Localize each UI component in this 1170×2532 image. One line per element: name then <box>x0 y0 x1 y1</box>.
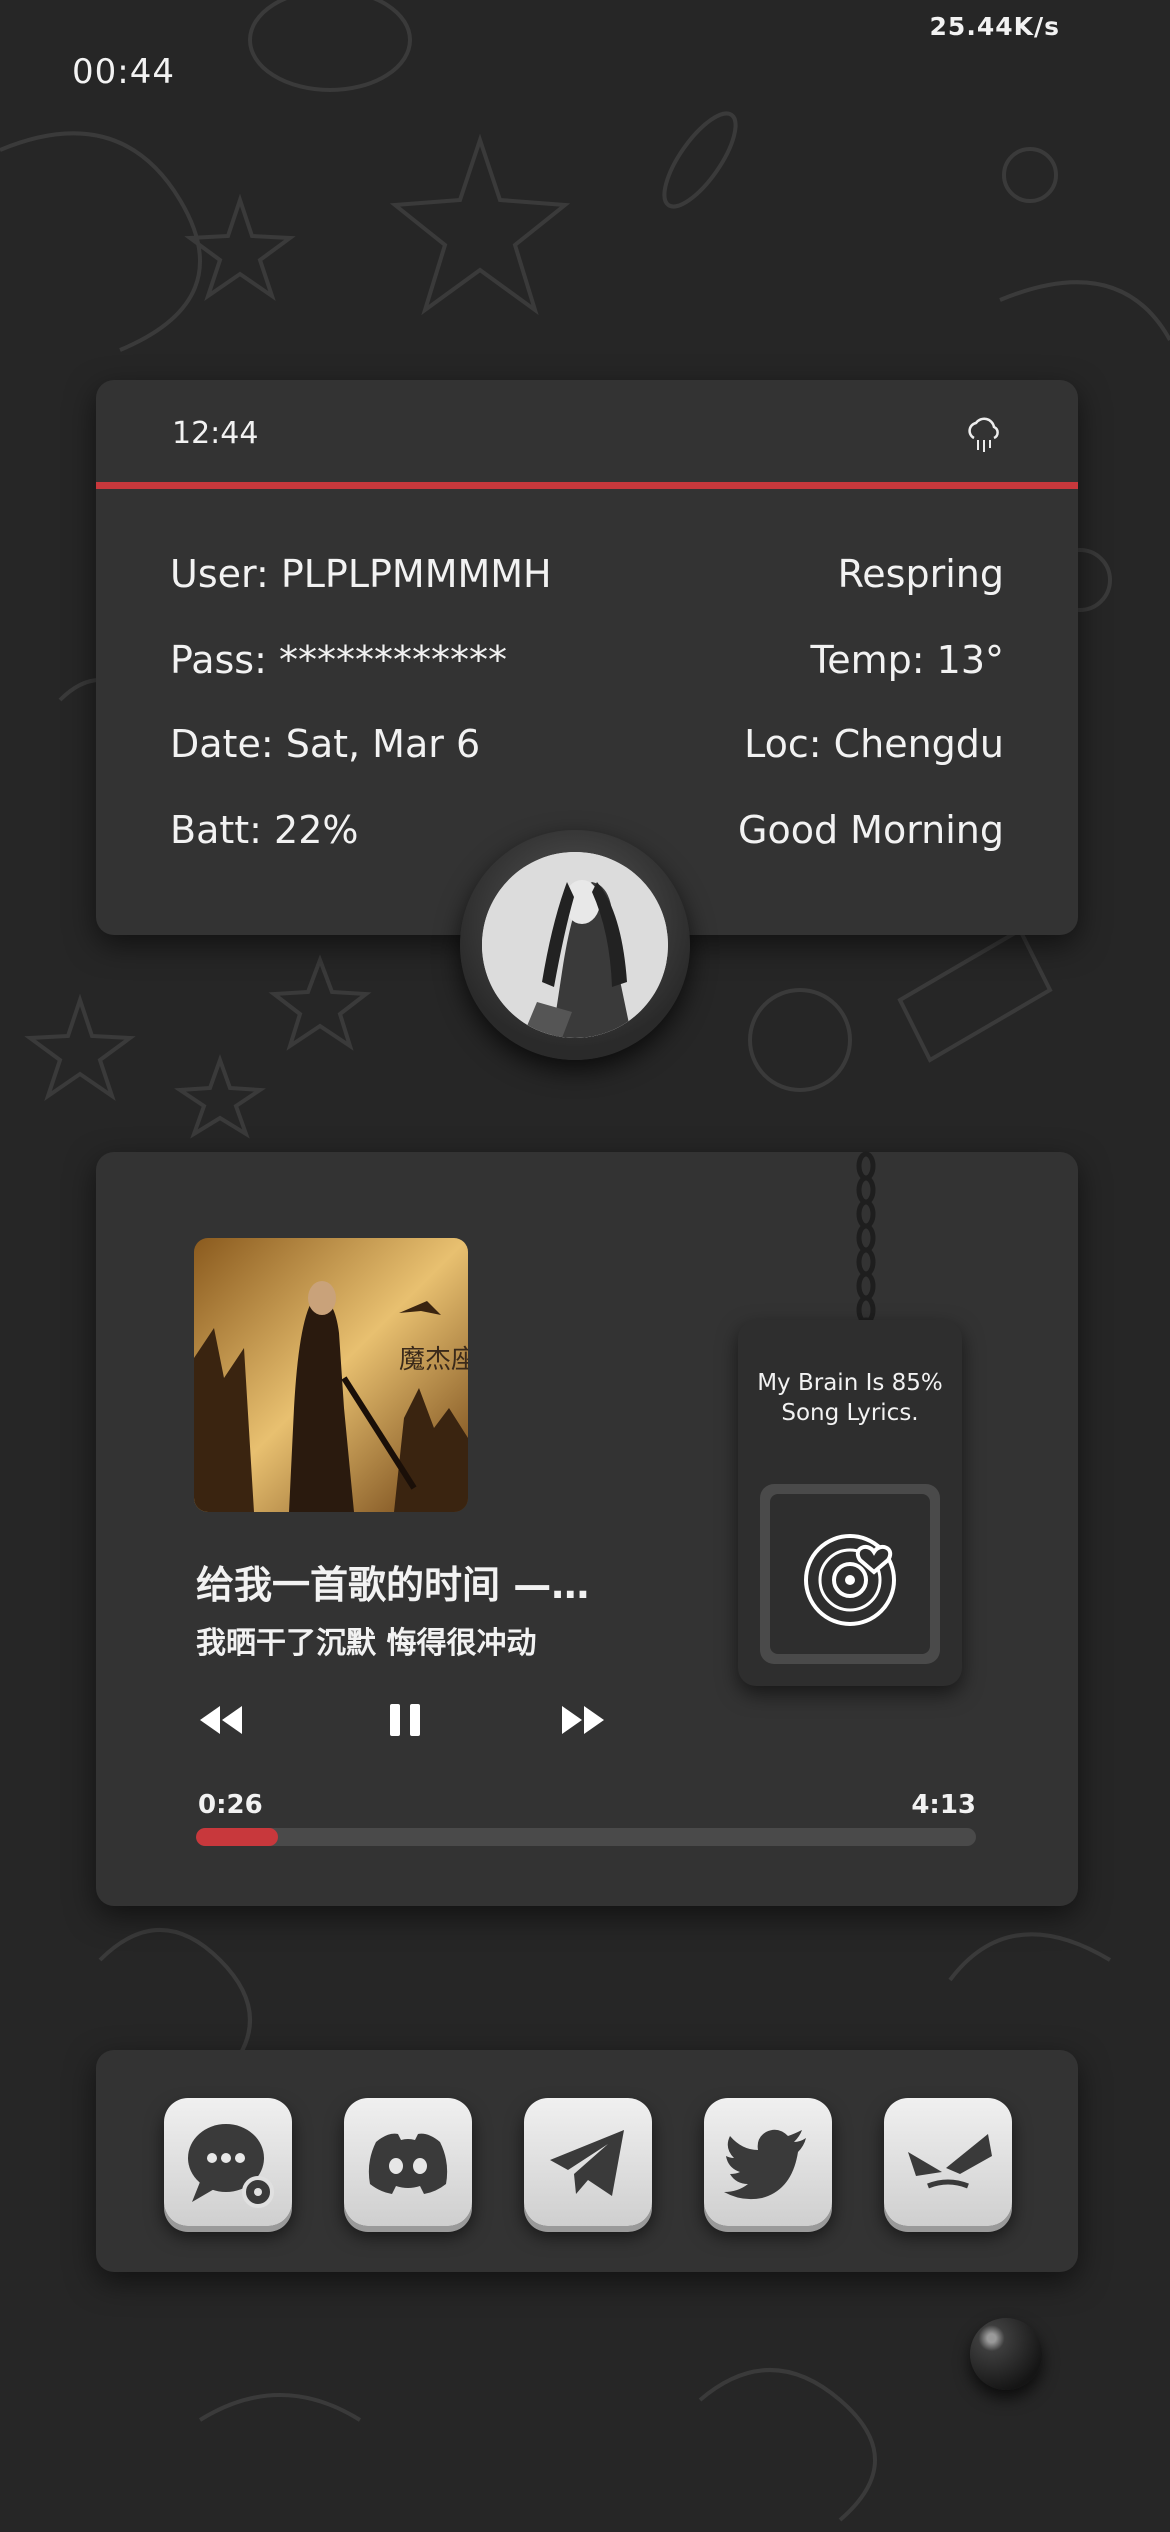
messages-icon <box>188 2124 274 2208</box>
messages-app[interactable] <box>164 2098 292 2226</box>
accent-divider <box>96 482 1078 489</box>
date-label: Date: Sat, Mar 6 <box>170 722 481 766</box>
respring-button[interactable]: Respring <box>838 552 1004 596</box>
pause-icon[interactable] <box>380 1700 430 1740</box>
total-time: 4:13 <box>911 1790 976 1820</box>
music-app-button[interactable] <box>760 1484 940 1664</box>
tag-text: My Brain Is 85% Song Lyrics. <box>757 1370 943 1426</box>
shadow-app-icon <box>908 2134 992 2189</box>
status-net-speed: 25.44K/s <box>929 12 1060 41</box>
twitter-app[interactable] <box>704 2098 832 2226</box>
rewind-icon[interactable] <box>196 1700 246 1740</box>
current-time: 0:26 <box>198 1790 263 1820</box>
fast-forward-icon[interactable] <box>558 1700 608 1740</box>
discord-app[interactable] <box>344 2098 472 2226</box>
discord-icon <box>368 2133 448 2194</box>
progress-bar[interactable] <box>196 1828 976 1846</box>
music-widget: 魔杰座 给我一首歌的时间 —… 我晒干了沉默 悔得很冲动 0:26 4:13 M… <box>96 1151 1078 1906</box>
album-art[interactable]: 魔杰座 <box>194 1238 468 1512</box>
progress-fill <box>196 1828 278 1846</box>
pass-label: Pass: ************ <box>170 638 507 682</box>
telegram-app[interactable] <box>524 2098 652 2226</box>
shadow-app[interactable] <box>884 2098 1012 2226</box>
location-label: Loc: Chengdu <box>744 722 1004 766</box>
widget-time: 12:44 <box>172 416 259 451</box>
cloud-rain-icon <box>968 417 999 452</box>
temp-label: Temp: 13° <box>810 638 1004 682</box>
song-title: 给我一首歌的时间 —… <box>196 1563 590 1607</box>
avatar-image <box>482 852 668 1038</box>
telegram-icon <box>550 2130 624 2196</box>
vinyl-heart-icon <box>804 1534 896 1626</box>
album-cover-title: 魔杰座 <box>399 1345 468 1375</box>
status-time: 00:44 <box>72 52 175 92</box>
twitter-icon <box>724 2129 806 2200</box>
lyrics-tag: My Brain Is 85% Song Lyrics. <box>738 1320 962 1686</box>
song-lyric: 我晒干了沉默 悔得很冲动 <box>196 1626 537 1661</box>
avatar[interactable] <box>460 830 690 1060</box>
assistive-touch-button[interactable] <box>970 2318 1042 2390</box>
greeting-label: Good Morning <box>738 808 1004 852</box>
battery-label: Batt: 22% <box>170 808 359 852</box>
user-label: User: PLPLPMMMMH <box>170 552 552 596</box>
dock <box>96 2050 1078 2272</box>
